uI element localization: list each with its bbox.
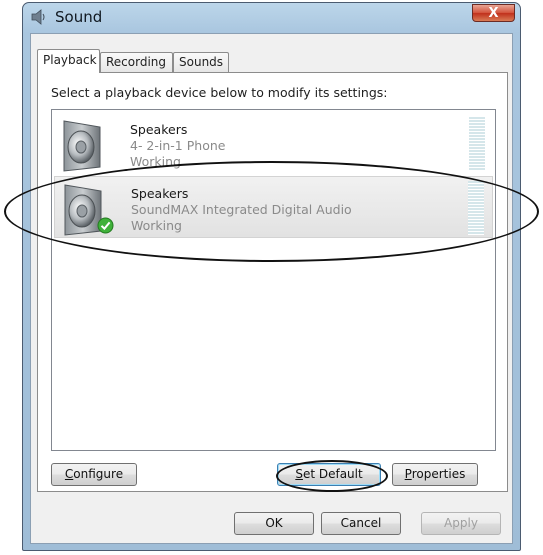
playback-device-list[interactable]: Speakers 4- 2-in-1 Phone Working Speaker… [51, 109, 496, 451]
playback-panel: Select a playback device below to modify… [37, 72, 508, 492]
ok-button[interactable]: OK [234, 512, 314, 535]
device-name: Speakers [130, 122, 188, 137]
apply-button: Apply [421, 512, 501, 535]
cancel-button[interactable]: Cancel [321, 512, 401, 535]
device-description: 4- 2-in-1 Phone [130, 138, 226, 153]
dialog-client-area: Playback Recording Sounds Select a playb… [30, 33, 513, 544]
tab-sounds[interactable]: Sounds [173, 52, 229, 72]
device-status: Working [130, 154, 181, 169]
sound-dialog-window: Sound X Playback Recording Sounds Select… [22, 2, 521, 551]
properties-button[interactable]: Properties [392, 463, 478, 486]
window-title: Sound [55, 8, 103, 26]
volume-level-meter [469, 117, 485, 171]
configure-label-rest: onfigure [73, 467, 124, 481]
set-default-label-rest: et Default [302, 467, 363, 481]
default-checkmark-icon [97, 217, 114, 238]
properties-label-rest: roperties [411, 467, 466, 481]
close-icon: X [488, 5, 499, 21]
close-button[interactable]: X [472, 4, 515, 22]
speaker-icon [30, 9, 48, 29]
configure-button[interactable]: Configure [51, 463, 137, 486]
title-bar[interactable]: Sound X [23, 3, 520, 31]
properties-accesskey: P [404, 467, 412, 481]
instruction-text: Select a playback device below to modify… [51, 85, 388, 100]
speaker-icon [58, 117, 116, 177]
device-status: Working [131, 218, 182, 233]
set-default-accesskey: S [295, 467, 303, 481]
tab-recording[interactable]: Recording [100, 52, 173, 72]
tab-playback[interactable]: Playback [37, 49, 100, 73]
set-default-button[interactable]: Set Default [277, 463, 381, 486]
volume-level-meter [468, 181, 484, 235]
device-name: Speakers [131, 186, 189, 201]
device-description: SoundMAX Integrated Digital Audio [131, 202, 352, 217]
device-item-phone-speakers[interactable]: Speakers 4- 2-in-1 Phone Working [54, 113, 493, 175]
device-item-soundmax-speakers[interactable]: Speakers SoundMAX Integrated Digital Aud… [54, 176, 493, 238]
